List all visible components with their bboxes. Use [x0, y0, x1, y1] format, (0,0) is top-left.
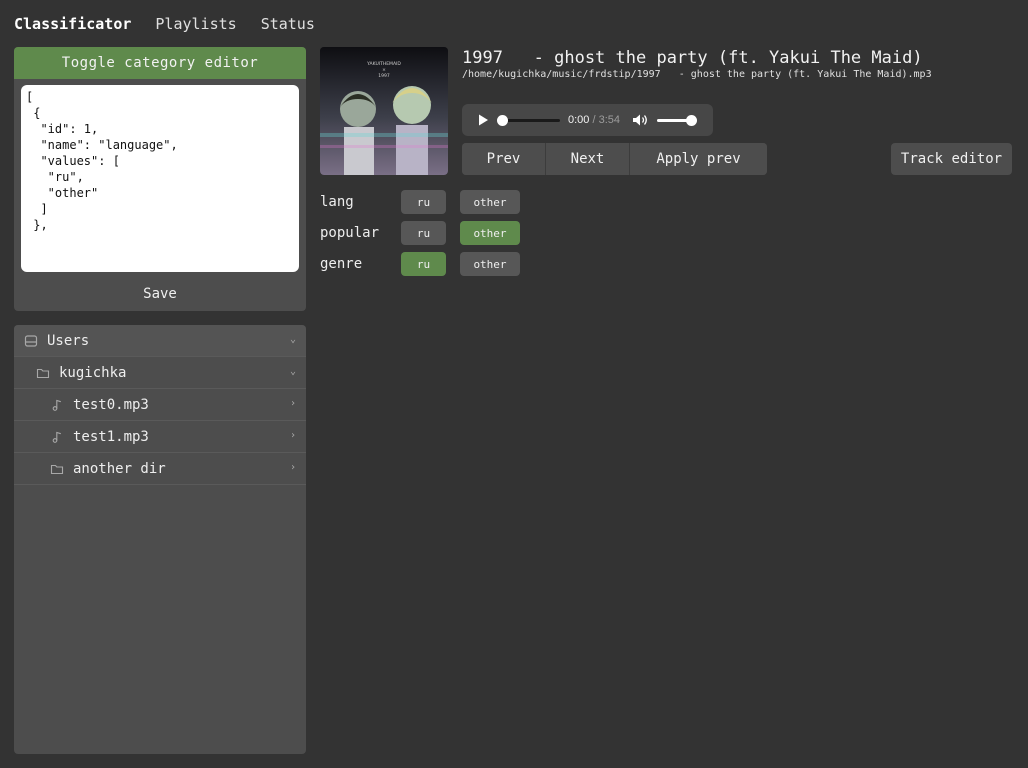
- file-tree: Users ⌄ kugichka ⌄ test0.mp3 › test1.mp3…: [14, 325, 306, 754]
- track-editor-button[interactable]: Track editor: [891, 143, 1012, 175]
- album-cover: YAKUITHEMAID × 1997: [320, 47, 448, 175]
- category-editor-card: Toggle category editor [ { "id": 1, "nam…: [14, 47, 306, 311]
- category-chip-other[interactable]: other: [460, 221, 520, 245]
- apply-prev-button[interactable]: Apply prev: [630, 143, 767, 175]
- category-label: genre: [320, 256, 363, 272]
- tree-item-test1[interactable]: test1.mp3 ›: [14, 421, 306, 453]
- category-chip-ru[interactable]: ru: [401, 252, 446, 276]
- svg-text:1997: 1997: [378, 73, 390, 79]
- category-row-lang: lang ru other: [320, 190, 534, 214]
- tree-item-label: Users: [47, 332, 90, 349]
- duration-text: / 3:54: [592, 114, 621, 126]
- tree-item-kugichka[interactable]: kugichka ⌄: [14, 357, 306, 389]
- seek-knob[interactable]: [497, 114, 508, 126]
- tree-item-users[interactable]: Users ⌄: [14, 325, 306, 357]
- svg-text:×: ×: [382, 67, 386, 73]
- volume-knob[interactable]: [686, 114, 698, 126]
- volume-icon[interactable]: [632, 113, 648, 127]
- category-json-textarea[interactable]: [ { "id": 1, "name": "language", "values…: [21, 85, 299, 272]
- top-nav: Classificator Playlists Status: [14, 14, 315, 34]
- category-row-popular: popular ru other: [320, 221, 534, 245]
- chevron-right-icon: ›: [289, 430, 296, 441]
- volume-slider[interactable]: [657, 114, 698, 126]
- category-label: lang: [320, 194, 354, 210]
- svg-text:YAKUITHEMAID: YAKUITHEMAID: [366, 61, 401, 67]
- audio-player: 0:00 / 3:54: [462, 104, 713, 136]
- tree-item-label: another dir: [73, 460, 166, 477]
- music-note-icon: [50, 430, 64, 444]
- category-chip-other[interactable]: other: [460, 190, 520, 214]
- nav-link-playlists[interactable]: Playlists: [155, 15, 236, 33]
- chevron-down-icon: ⌄: [289, 366, 296, 377]
- save-button[interactable]: Save: [14, 277, 306, 311]
- folder-icon: [36, 366, 50, 380]
- chevron-right-icon: ›: [289, 462, 296, 473]
- category-label: popular: [320, 225, 380, 241]
- music-note-icon: [50, 398, 64, 412]
- tree-item-label: test0.mp3: [73, 396, 149, 413]
- tree-item-label: kugichka: [59, 364, 127, 381]
- prev-button[interactable]: Prev: [462, 143, 546, 175]
- track-title: 1997 - ghost the party (ft. Yakui The Ma…: [462, 48, 923, 68]
- category-chip-ru[interactable]: ru: [401, 190, 446, 214]
- chevron-right-icon: ›: [289, 398, 296, 409]
- category-chip-other[interactable]: other: [460, 252, 520, 276]
- nav-link-status[interactable]: Status: [261, 15, 315, 33]
- category-chip-ru[interactable]: ru: [401, 221, 446, 245]
- folder-icon: [50, 462, 64, 476]
- tree-item-test0[interactable]: test0.mp3 ›: [14, 389, 306, 421]
- seek-slider[interactable]: [497, 114, 560, 126]
- next-button[interactable]: Next: [546, 143, 630, 175]
- drive-icon: [24, 334, 38, 348]
- duration: / 3:54: [589, 114, 620, 126]
- tree-item-label: test1.mp3: [73, 428, 149, 445]
- category-row-genre: genre ru other: [320, 252, 534, 276]
- tree-item-another-dir[interactable]: another dir ›: [14, 453, 306, 485]
- toggle-category-editor-button[interactable]: Toggle category editor: [14, 47, 306, 79]
- chevron-down-icon: ⌄: [289, 334, 296, 345]
- app-brand[interactable]: Classificator: [14, 15, 131, 33]
- current-time: 0:00: [568, 114, 590, 126]
- navigation-button-group: Prev Next Apply prev: [462, 143, 767, 175]
- track-path: /home/kugichka/music/frdstip/1997 - ghos…: [462, 69, 932, 80]
- play-icon[interactable]: [476, 113, 490, 127]
